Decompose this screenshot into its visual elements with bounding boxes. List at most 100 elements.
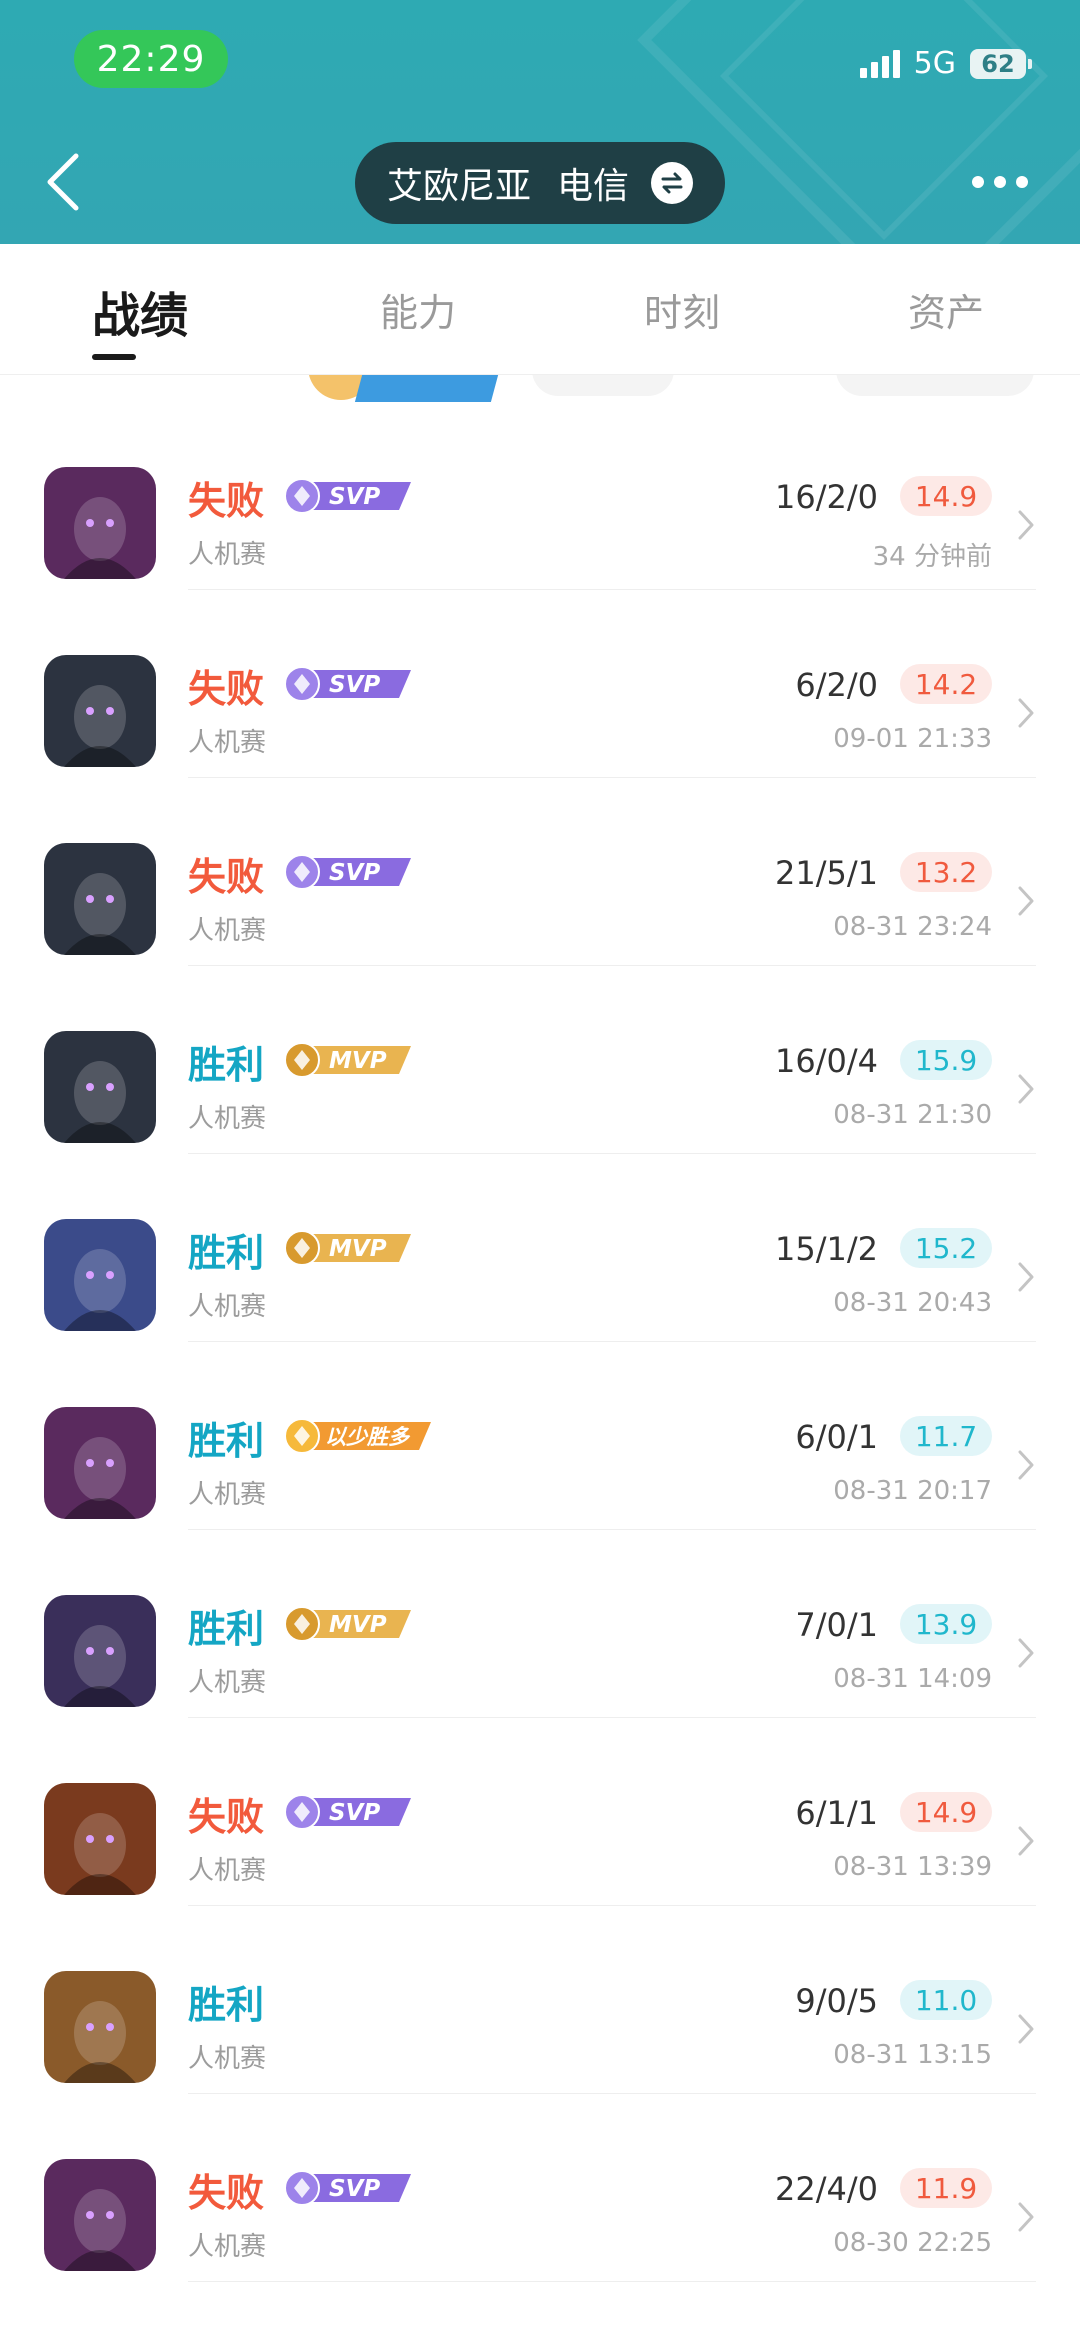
score-badge: 11.0 [900,1980,992,2020]
chevron-left-icon [47,153,79,211]
match-result: 失败 [188,667,265,711]
tab-records[interactable]: 战绩 [92,276,188,346]
chevron-right-icon [1018,510,1034,540]
match-row[interactable]: 胜利 人机赛 9/0/5 11.0 08-31 13:15 [0,1906,1080,2094]
swap-icon [651,162,694,204]
kda: 7/0/1 [795,1606,878,1644]
score-badge: 11.7 [900,1416,992,1456]
match-result: 失败 [188,855,265,899]
chevron-right-icon [1018,2014,1034,2044]
tab-moments[interactable]: 时刻 [644,282,720,337]
back-button[interactable] [42,152,86,212]
match-result: 胜利 [188,1043,265,1087]
badge-label: SVP [329,1800,380,1826]
match-time: 08-31 14:09 [833,1664,992,1694]
badge-label: SVP [329,484,380,510]
badge-icon: SVP [284,1794,411,1830]
dot-icon [994,176,1006,188]
dot-icon [1016,176,1028,188]
match-result: 失败 [188,2171,265,2215]
badge-icon: 以少胜多 [284,1418,431,1454]
kda: 15/1/2 [775,1230,878,1268]
chevron-right-icon [1018,2202,1034,2232]
hero-portrait [44,1407,156,1519]
match-mode: 人机赛 [188,1668,267,1698]
match-mode: 人机赛 [188,1104,267,1134]
badge-icon: MVP [284,1230,411,1266]
hero-portrait [44,1219,156,1331]
match-time: 08-31 20:17 [833,1476,992,1506]
hero-avatar [44,1407,156,1519]
chevron-right-icon [1018,1262,1034,1292]
dot-icon [972,176,984,188]
match-time: 08-31 23:24 [833,912,992,942]
hero-portrait [44,1031,156,1143]
badge-label: SVP [329,672,380,698]
score-badge: 11.9 [900,2168,992,2208]
hero-portrait [44,1595,156,1707]
kda: 6/2/0 [795,666,878,704]
match-mode: 人机赛 [188,2044,267,2074]
filter-chip[interactable] [532,374,674,396]
hero-avatar [44,467,156,579]
kda: 9/0/5 [795,1982,878,2020]
match-row[interactable]: 胜利 MVP 人机赛 16/0/4 15.9 08-31 21:30 [0,966,1080,1154]
kda: 16/0/4 [775,1042,878,1080]
match-time: 34 分钟前 [872,542,992,572]
match-result: 失败 [188,1795,265,1839]
row-divider [188,2281,1036,2282]
tab-assets[interactable]: 资产 [908,282,984,337]
carrier-name: 电信 [557,166,630,207]
match-row[interactable]: 胜利 以少胜多 人机赛 6/0/1 11.7 08-31 20:17 [0,1342,1080,1530]
badge-label: 以少胜多 [325,1425,411,1449]
match-list: 失败 SVP 人机赛 16/2/0 14.9 34 分钟前 失败 SVP 人机赛… [0,402,1080,2282]
match-mode: 人机赛 [188,1292,267,1322]
streak-flag [354,374,502,402]
badge-label: SVP [329,860,380,886]
network-type: 5G [913,46,956,81]
chevron-right-icon [1018,886,1034,916]
match-row[interactable]: 失败 SVP 人机赛 6/1/1 14.9 08-31 13:39 [0,1718,1080,1906]
kda: 6/0/1 [795,1418,878,1456]
status-time: 22:29 [74,30,228,88]
match-mode: 人机赛 [188,1480,267,1510]
match-time: 08-31 13:15 [833,2040,992,2070]
match-result: 胜利 [188,1607,265,1651]
badge-icon: SVP [284,666,411,702]
match-row[interactable]: 胜利 MVP 人机赛 15/1/2 15.2 08-31 20:43 [0,1154,1080,1342]
match-time: 09-01 21:33 [833,724,992,754]
filter-chip[interactable] [836,374,1034,396]
kda: 21/5/1 [775,854,878,892]
match-row[interactable]: 失败 SVP 人机赛 22/4/0 11.9 08-30 22:25 [0,2094,1080,2282]
match-mode: 人机赛 [188,540,267,570]
match-result: 胜利 [188,1419,265,1463]
score-badge: 13.2 [900,852,992,892]
match-time: 08-31 13:39 [833,1852,992,1882]
battery-level: 62 [981,49,1015,78]
match-row[interactable]: 失败 SVP 人机赛 16/2/0 14.9 34 分钟前 [0,402,1080,590]
match-result: 失败 [188,479,265,523]
hero-avatar [44,1783,156,1895]
match-row[interactable]: 失败 SVP 人机赛 21/5/1 13.2 08-31 23:24 [0,778,1080,966]
server-selector[interactable]: 艾欧尼亚 电信 [355,142,725,224]
hero-avatar [44,1219,156,1331]
match-result: 胜利 [188,1983,265,2027]
match-time: 08-31 21:30 [833,1100,992,1130]
chevron-right-icon [1018,1638,1034,1668]
badge-label: MVP [329,1048,387,1074]
more-options-button[interactable] [972,176,1028,188]
score-badge: 15.2 [900,1228,992,1268]
badge-label: MVP [329,1612,387,1638]
chevron-right-icon [1018,1826,1034,1856]
chevron-right-icon [1018,1074,1034,1104]
match-row[interactable]: 失败 SVP 人机赛 6/2/0 14.2 09-01 21:33 [0,590,1080,778]
hero-avatar [44,843,156,955]
signal-icon [859,49,900,78]
server-name: 艾欧尼亚 [386,166,531,207]
match-time: 08-31 20:43 [833,1288,992,1318]
match-mode: 人机赛 [188,728,267,758]
hero-avatar [44,655,156,767]
match-result: 胜利 [188,1231,265,1275]
match-row[interactable]: 胜利 MVP 人机赛 7/0/1 13.9 08-31 14:09 [0,1530,1080,1718]
tab-ability[interactable]: 能力 [380,282,456,337]
